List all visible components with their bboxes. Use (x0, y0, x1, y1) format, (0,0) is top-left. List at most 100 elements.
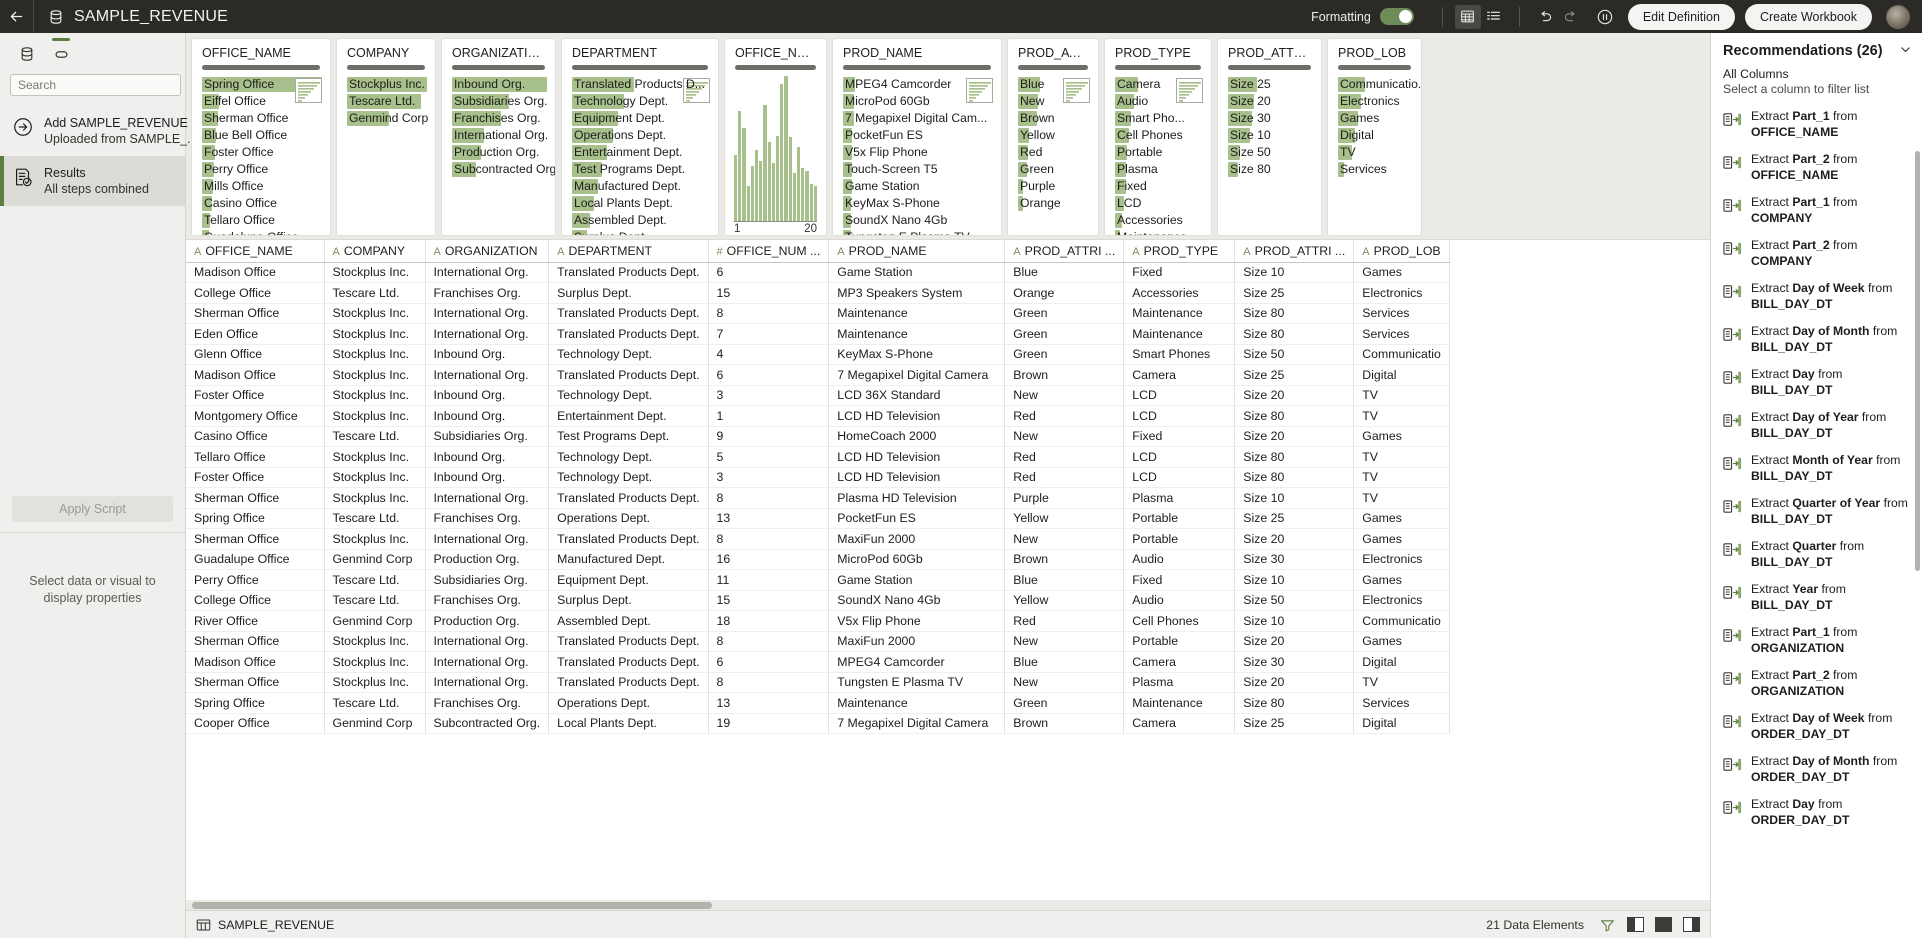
table-row[interactable]: Sherman OfficeStockplus Inc.Internationa… (186, 631, 1450, 652)
table-row[interactable]: Tellaro OfficeStockplus Inc.Inbound Org.… (186, 447, 1450, 468)
table-cell[interactable]: Size 25 (1235, 713, 1354, 734)
profile-value-row[interactable]: Guadalupe Office (192, 229, 330, 235)
profile-value-row[interactable]: V5x Flip Phone (833, 144, 1001, 161)
table-cell[interactable]: Technology Dept. (549, 467, 708, 488)
profile-value-row[interactable]: 7 Megapixel Digital Cam... (833, 110, 1001, 127)
recommendation-item[interactable]: Extract Year fromBILL_DAY_DT (1711, 576, 1914, 619)
recommendation-item[interactable]: Extract Day of Week fromORDER_DAY_DT (1711, 705, 1914, 748)
profile-value-row[interactable]: Touch-Screen T5 (833, 161, 1001, 178)
table-cell[interactable]: New (1005, 672, 1124, 693)
table-cell[interactable]: Green (1005, 344, 1124, 365)
table-cell[interactable]: Translated Products Dept. (549, 652, 708, 673)
table-cell[interactable]: Blue (1005, 570, 1124, 591)
profile-value-row[interactable]: Plasma (1105, 161, 1211, 178)
table-row[interactable]: Casino OfficeTescare Ltd.Subsidiaries Or… (186, 426, 1450, 447)
table-cell[interactable]: Translated Products Dept. (549, 262, 708, 283)
profile-value-row[interactable]: Stockplus Inc. (337, 76, 435, 93)
table-cell[interactable]: Blue (1005, 652, 1124, 673)
table-cell[interactable]: Local Plants Dept. (549, 713, 708, 734)
table-cell[interactable]: Inbound Org. (425, 344, 549, 365)
table-cell[interactable]: Size 80 (1235, 324, 1354, 345)
recommendation-item[interactable]: Extract Part_2 fromOFFICE_NAME (1711, 146, 1914, 189)
table-cell[interactable]: Technology Dept. (549, 385, 708, 406)
profile-value-row[interactable]: Franchises Org. (442, 110, 555, 127)
table-row[interactable]: Madison OfficeStockplus Inc.Internationa… (186, 262, 1450, 283)
table-cell[interactable]: Inbound Org. (425, 406, 549, 427)
table-cell[interactable]: Subsidiaries Org. (425, 426, 549, 447)
table-cell[interactable]: Size 80 (1235, 303, 1354, 324)
profile-value-row[interactable]: Casino Office (192, 195, 330, 212)
column-profile-card[interactable]: ORGANIZATIONInbound Org.Subsidiaries Org… (441, 38, 556, 236)
table-cell[interactable]: TV (1354, 672, 1450, 693)
table-cell[interactable]: Size 25 (1235, 365, 1354, 386)
table-cell[interactable]: College Office (186, 283, 324, 304)
column-profile-card[interactable]: OFFICE_NAMESpring OfficeEiffel OfficeShe… (191, 38, 331, 236)
table-cell[interactable]: Size 80 (1235, 406, 1354, 427)
table-cell[interactable]: Brown (1005, 549, 1124, 570)
horizontal-scrollbar-thumb[interactable] (192, 902, 712, 909)
profile-value-row[interactable]: Orange (1008, 195, 1098, 212)
table-cell[interactable]: 4 (708, 344, 829, 365)
recommendation-item[interactable]: Extract Quarter of Year fromBILL_DAY_DT (1711, 490, 1914, 533)
table-cell[interactable]: Size 50 (1235, 590, 1354, 611)
profile-value-row[interactable]: Size 25 (1218, 76, 1321, 93)
table-cell[interactable]: Assembled Dept. (549, 611, 708, 632)
column-profile-card[interactable]: COMPANYStockplus Inc.Tescare Ltd.Genmind… (336, 38, 436, 236)
table-cell[interactable]: Size 20 (1235, 426, 1354, 447)
grid-column-header[interactable]: ADEPARTMENT (549, 240, 708, 262)
table-cell[interactable]: International Org. (425, 529, 549, 550)
table-cell[interactable]: Stockplus Inc. (324, 324, 425, 345)
profile-value-row[interactable]: International Org. (442, 127, 555, 144)
table-cell[interactable]: 8 (708, 672, 829, 693)
table-row[interactable]: Spring OfficeTescare Ltd.Franchises Org.… (186, 508, 1450, 529)
table-cell[interactable]: LCD (1124, 406, 1235, 427)
table-cell[interactable]: Subcontracted Org. (425, 713, 549, 734)
table-cell[interactable]: Sherman Office (186, 631, 324, 652)
table-cell[interactable]: Games (1354, 570, 1450, 591)
profile-value-row[interactable]: Size 10 (1218, 127, 1321, 144)
table-cell[interactable]: LCD 36X Standard (829, 385, 1005, 406)
table-cell[interactable]: Cell Phones (1124, 611, 1235, 632)
table-cell[interactable]: Size 30 (1235, 652, 1354, 673)
table-cell[interactable]: 8 (708, 303, 829, 324)
table-cell[interactable]: Stockplus Inc. (324, 631, 425, 652)
table-cell[interactable]: Size 10 (1235, 570, 1354, 591)
apply-script-button[interactable]: Apply Script (12, 496, 173, 522)
table-cell[interactable]: Portable (1124, 631, 1235, 652)
table-cell[interactable]: Audio (1124, 549, 1235, 570)
table-cell[interactable]: 15 (708, 590, 829, 611)
table-cell[interactable]: Production Org. (425, 611, 549, 632)
layout-right-button[interactable] (1683, 917, 1700, 932)
profile-value-row[interactable]: Services (1328, 161, 1421, 178)
horizontal-scrollbar[interactable] (186, 900, 1710, 910)
table-cell[interactable]: Audio (1124, 590, 1235, 611)
profile-value-row[interactable]: LCD (1105, 195, 1211, 212)
table-cell[interactable]: Sherman Office (186, 488, 324, 509)
table-cell[interactable]: Stockplus Inc. (324, 385, 425, 406)
table-cell[interactable]: Yellow (1005, 590, 1124, 611)
table-cell[interactable]: KeyMax S-Phone (829, 344, 1005, 365)
profile-value-row[interactable]: SoundX Nano 4Gb (833, 212, 1001, 229)
table-row[interactable]: Sherman OfficeStockplus Inc.Internationa… (186, 529, 1450, 550)
table-cell[interactable]: Blue (1005, 262, 1124, 283)
avatar[interactable] (1886, 5, 1910, 29)
table-cell[interactable]: Games (1354, 262, 1450, 283)
profile-value-row[interactable]: Accessories (1105, 212, 1211, 229)
table-cell[interactable]: Stockplus Inc. (324, 488, 425, 509)
table-cell[interactable]: Size 25 (1235, 283, 1354, 304)
profile-value-row[interactable]: Production Org. (442, 144, 555, 161)
table-cell[interactable]: Translated Products Dept. (549, 303, 708, 324)
table-cell[interactable]: Translated Products Dept. (549, 631, 708, 652)
column-profile-card[interactable]: OFFICE_NUMBER120 (724, 38, 827, 236)
recommendation-item[interactable]: Extract Part_2 fromCOMPANY (1711, 232, 1914, 275)
table-cell[interactable]: Communicatio (1354, 611, 1450, 632)
profile-value-row[interactable]: Manufactured Dept. (562, 178, 718, 195)
table-cell[interactable]: International Org. (425, 488, 549, 509)
table-cell[interactable]: Green (1005, 303, 1124, 324)
table-cell[interactable]: Madison Office (186, 365, 324, 386)
table-cell[interactable]: Size 10 (1235, 611, 1354, 632)
table-row[interactable]: Sherman OfficeStockplus Inc.Internationa… (186, 303, 1450, 324)
table-cell[interactable]: Plasma (1124, 488, 1235, 509)
table-cell[interactable]: Perry Office (186, 570, 324, 591)
profile-value-row[interactable]: Test Programs Dept. (562, 161, 718, 178)
